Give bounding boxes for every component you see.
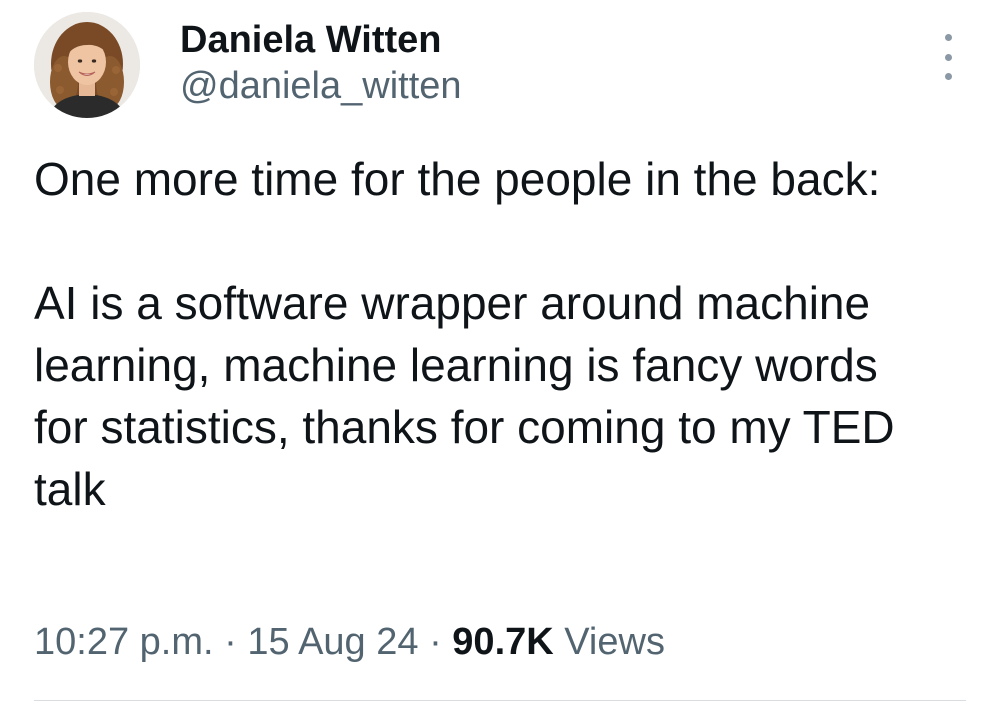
post-time[interactable]: 10:27 p.m.	[34, 621, 214, 663]
more-options-button[interactable]	[930, 34, 966, 80]
divider	[34, 700, 966, 701]
tweet-text: One more time for the people in the back…	[34, 148, 934, 520]
tweet: Daniela Witten @daniela_witten One more …	[0, 0, 1000, 716]
tweet-header: Daniela Witten @daniela_witten	[34, 12, 974, 124]
views-count[interactable]: 90.7K	[452, 621, 553, 663]
author-identity: Daniela Witten @daniela_witten	[180, 18, 462, 110]
author-display-name[interactable]: Daniela Witten	[180, 18, 462, 62]
more-vertical-icon-dot	[944, 73, 952, 80]
more-vertical-icon	[944, 34, 952, 41]
avatar-image	[34, 12, 140, 118]
tweet-paragraph: One more time for the people in the back…	[34, 153, 881, 205]
author-handle[interactable]: @daniela_witten	[180, 62, 462, 110]
meta-separator: ·	[224, 621, 237, 663]
meta-separator: ·	[429, 621, 442, 663]
more-vertical-icon-dot	[944, 53, 952, 61]
views-label: Views	[564, 621, 665, 663]
avatar[interactable]	[34, 12, 140, 118]
tweet-paragraph: AI is a software wrapper around machine …	[34, 277, 895, 515]
tweet-meta: 10:27 p.m. · 15 Aug 24 · 90.7K Views	[34, 614, 665, 670]
post-date[interactable]: 15 Aug 24	[247, 621, 418, 663]
